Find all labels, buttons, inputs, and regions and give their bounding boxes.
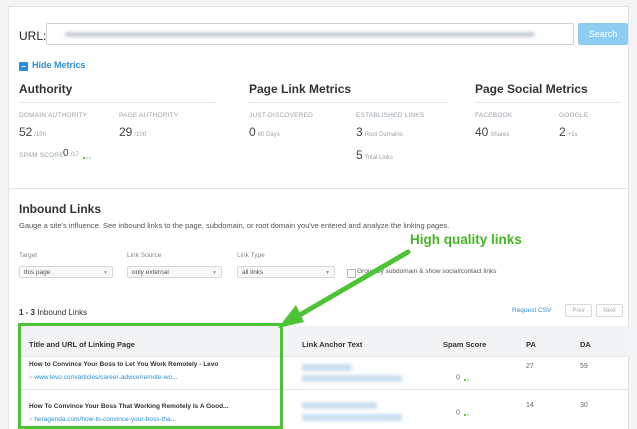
google-value: 2 +1s bbox=[559, 125, 578, 139]
target-label: Target bbox=[19, 252, 38, 259]
chevron-down-icon: ▼ bbox=[103, 270, 108, 276]
page-link-metrics-title: Page Link Metrics bbox=[249, 82, 352, 96]
inbound-links-description: Gauge a site's influence. See inbound li… bbox=[19, 221, 450, 230]
link-source-label: Link Source bbox=[127, 252, 162, 259]
next-button[interactable]: Next bbox=[596, 304, 623, 317]
row-1-pa: 27 bbox=[526, 363, 534, 370]
hide-metrics-toggle[interactable]: − Hide Metrics bbox=[19, 60, 86, 71]
authority-divider bbox=[19, 102, 215, 103]
url-input[interactable] bbox=[46, 23, 574, 45]
request-csv-link[interactable]: Request CSV bbox=[512, 307, 551, 314]
link-type-label: Link Type bbox=[237, 252, 265, 259]
just-discovered-label: JUST-DISCOVERED bbox=[249, 112, 314, 119]
page-authority-label: PAGE AUTHORITY bbox=[119, 112, 179, 119]
total-links-value: 5 Total Links bbox=[356, 148, 394, 162]
chevron-down-icon: ▼ bbox=[325, 270, 330, 276]
column-pa[interactable]: PA bbox=[526, 340, 536, 349]
spam-score-label: SPAM SCORE: bbox=[19, 152, 66, 159]
established-links-label: ESTABLISHED LINKS bbox=[356, 112, 425, 119]
row-2-anchor-blurred-2 bbox=[302, 414, 402, 421]
minus-icon: − bbox=[19, 62, 28, 71]
authority-title: Authority bbox=[19, 82, 73, 96]
page-social-metrics-title: Page Social Metrics bbox=[475, 82, 588, 96]
inbound-links-title: Inbound Links bbox=[19, 202, 101, 216]
annotation-label: High quality links bbox=[410, 232, 522, 247]
row-1-spam: 0 bbox=[456, 374, 470, 381]
link-source-select[interactable]: only external ▼ bbox=[127, 266, 222, 278]
column-da[interactable]: DA bbox=[580, 340, 591, 349]
row-2-anchor-blurred bbox=[302, 402, 377, 409]
page-link-divider bbox=[249, 102, 449, 103]
row-1-anchor-blurred-2 bbox=[302, 375, 402, 382]
row-1-anchor-blurred bbox=[302, 364, 352, 371]
column-spam-score[interactable]: Spam Score bbox=[443, 340, 486, 349]
search-button[interactable]: Search bbox=[578, 23, 628, 45]
highlight-box bbox=[18, 323, 283, 429]
url-input-value-blurred bbox=[65, 32, 535, 37]
just-discovered-value: 0 60 Days bbox=[249, 125, 280, 139]
row-1-da: 59 bbox=[580, 363, 588, 370]
inbound-count: 1 - 3 Inbound Links bbox=[19, 308, 88, 317]
facebook-label: FACEBOOK bbox=[475, 112, 513, 119]
google-label: GOOGLE bbox=[559, 112, 589, 119]
social-divider bbox=[475, 102, 621, 103]
row-2-da: 30 bbox=[580, 402, 588, 409]
prev-button[interactable]: Prev bbox=[565, 304, 592, 317]
facebook-value: 40 Shares bbox=[475, 125, 510, 139]
root-domains-value: 3 Root Domains bbox=[356, 125, 403, 139]
target-select[interactable]: this page ▼ bbox=[19, 266, 113, 278]
metrics-panel: URL: Search − Hide Metrics Authority DOMA… bbox=[8, 6, 629, 189]
domain-authority-label: DOMAIN AUTHORITY bbox=[19, 112, 88, 119]
hide-metrics-label: Hide Metrics bbox=[32, 60, 86, 70]
url-label: URL: bbox=[19, 29, 47, 43]
row-2-pa: 14 bbox=[526, 402, 534, 409]
group-by-subdomain-checkbox[interactable] bbox=[347, 269, 356, 278]
row-2-spam: 0 bbox=[456, 409, 470, 416]
chevron-down-icon: ▼ bbox=[212, 270, 217, 276]
spam-score-bars bbox=[82, 148, 92, 159]
column-anchor-text[interactable]: Link Anchor Text bbox=[302, 340, 362, 349]
group-by-subdomain-label: Group by subdomain & show social/contact… bbox=[357, 268, 497, 275]
spam-score-value: 0/17 bbox=[63, 148, 92, 159]
domain-authority-value: 52/100 bbox=[19, 125, 47, 139]
link-type-select[interactable]: all links ▼ bbox=[237, 266, 335, 278]
page-authority-value: 29/100 bbox=[119, 125, 147, 139]
